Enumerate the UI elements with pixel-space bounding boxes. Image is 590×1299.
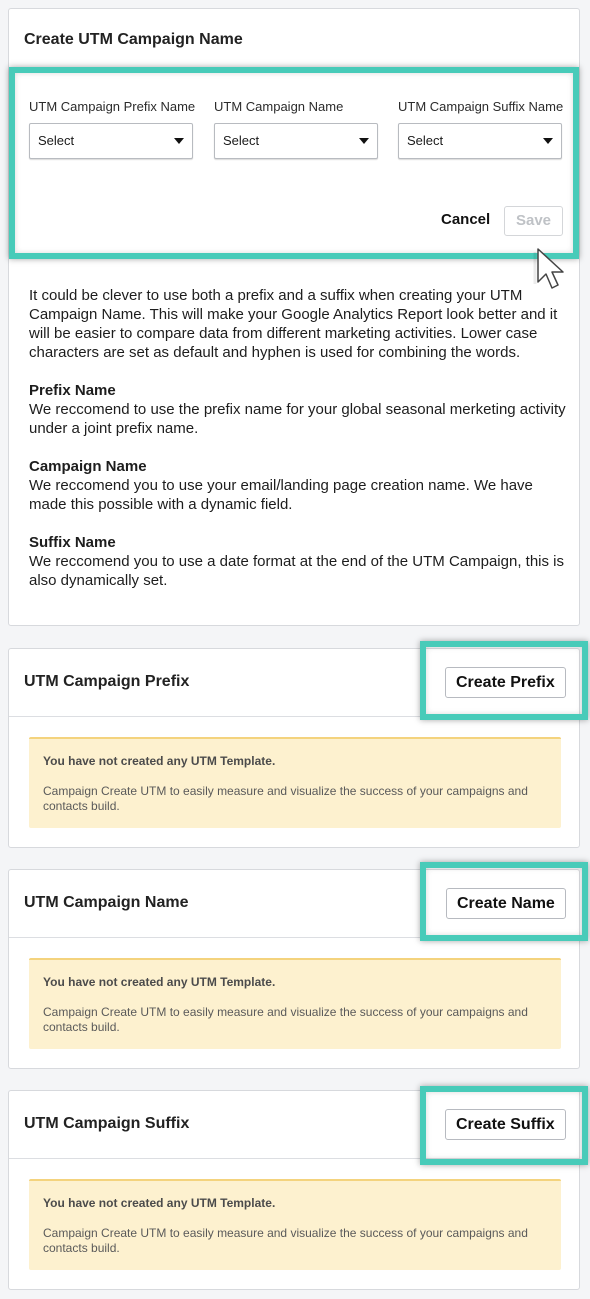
- description: It could be clever to use both a prefix …: [29, 286, 569, 609]
- tip-campaign-name: Campaign Name We reccomend you to use you…: [29, 457, 569, 514]
- notice-title: You have not created any UTM Template.: [43, 754, 276, 768]
- notice-text: Campaign Create UTM to easily measure an…: [43, 1005, 528, 1034]
- empty-notice: You have not created any UTM Template. C…: [29, 737, 561, 828]
- create-utm-campaign-name-card: Create UTM Campaign Name UTM Campaign Pr…: [8, 8, 580, 626]
- tip-heading: Suffix Name: [29, 534, 116, 551]
- notice-title: You have not created any UTM Template.: [43, 975, 276, 989]
- campaign-name-select-value: Select: [223, 133, 260, 148]
- tip-heading: Prefix Name: [29, 382, 116, 399]
- prefix-field-label: UTM Campaign Prefix Name: [29, 99, 196, 114]
- tip-heading: Campaign Name: [29, 458, 147, 475]
- caret-down-icon: [359, 138, 369, 144]
- create-suffix-button[interactable]: Create Suffix: [445, 1109, 566, 1140]
- section-title: UTM Campaign Name: [24, 894, 189, 911]
- suffix-field-label: UTM Campaign Suffix Name: [398, 99, 564, 114]
- notice-text: Campaign Create UTM to easily measure an…: [43, 784, 528, 813]
- suffix-select-value: Select: [407, 133, 444, 148]
- caret-down-icon: [543, 138, 553, 144]
- empty-notice: You have not created any UTM Template. C…: [29, 958, 561, 1049]
- tip-text: We reccomend you to use your email/landi…: [29, 477, 533, 513]
- notice-title: You have not created any UTM Template.: [43, 1196, 276, 1210]
- section-title: UTM Campaign Prefix: [24, 673, 190, 690]
- section-header: UTM Campaign Suffix Create Suffix: [9, 1091, 579, 1159]
- save-button[interactable]: Save: [504, 206, 563, 236]
- campaign-name-select[interactable]: Select: [214, 123, 378, 159]
- suffix-select[interactable]: Select: [398, 123, 562, 159]
- utm-campaign-name-section: UTM Campaign Name Create Name You have n…: [8, 869, 580, 1069]
- intro-text: It could be clever to use both a prefix …: [29, 287, 558, 361]
- section-header: UTM Campaign Name Create Name: [9, 870, 579, 938]
- prefix-select-value: Select: [38, 133, 75, 148]
- tip-text: We reccomend you to use a date format at…: [29, 553, 564, 589]
- utm-campaign-prefix-section: UTM Campaign Prefix Create Prefix You ha…: [8, 648, 580, 848]
- section-title: UTM Campaign Suffix: [24, 1115, 190, 1132]
- campaign-name-field-label: UTM Campaign Name: [214, 99, 344, 114]
- notice-text: Campaign Create UTM to easily measure an…: [43, 1226, 528, 1255]
- section-header: UTM Campaign Prefix Create Prefix: [9, 649, 579, 717]
- cancel-button[interactable]: Cancel: [441, 211, 490, 228]
- cursor-arrow-icon: [533, 248, 564, 289]
- create-prefix-button[interactable]: Create Prefix: [445, 667, 566, 698]
- tip-text: We reccomend to use the prefix name for …: [29, 401, 566, 437]
- caret-down-icon: [174, 138, 184, 144]
- create-name-button[interactable]: Create Name: [446, 888, 566, 919]
- tip-suffix: Suffix Name We reccomend you to use a dat…: [29, 533, 569, 590]
- card-title: Create UTM Campaign Name: [24, 31, 243, 48]
- empty-notice: You have not created any UTM Template. C…: [29, 1179, 561, 1270]
- utm-campaign-suffix-section: UTM Campaign Suffix Create Suffix You ha…: [8, 1090, 580, 1290]
- prefix-select[interactable]: Select: [29, 123, 193, 159]
- tip-prefix: Prefix Name We reccomend to use the prefi…: [29, 381, 569, 438]
